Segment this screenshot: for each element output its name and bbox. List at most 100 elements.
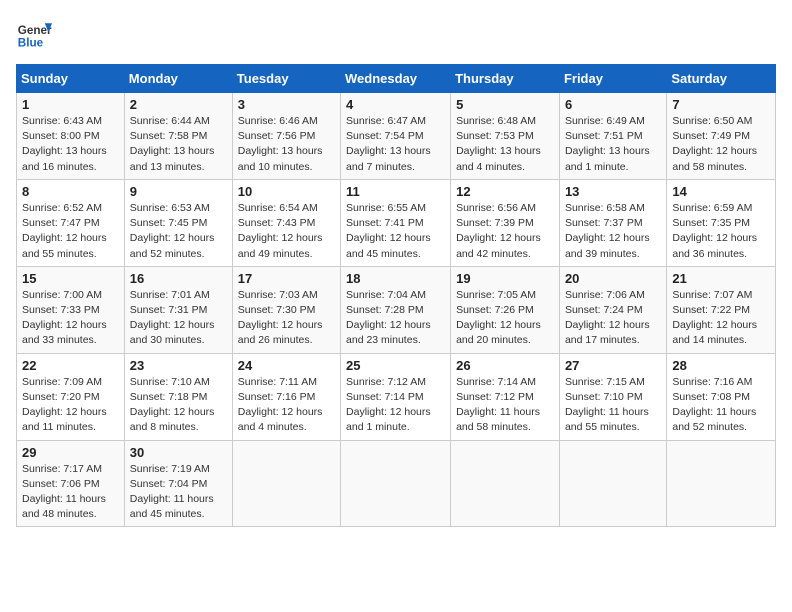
calendar-cell — [341, 440, 451, 527]
day-number: 1 — [22, 97, 119, 112]
day-detail: Sunrise: 6:43 AM Sunset: 8:00 PM Dayligh… — [22, 114, 119, 175]
calendar-cell: 26 Sunrise: 7:14 AM Sunset: 7:12 PM Dayli… — [451, 353, 560, 440]
week-row-4: 29 Sunrise: 7:17 AM Sunset: 7:06 PM Dayli… — [17, 440, 776, 527]
calendar-cell: 2 Sunrise: 6:44 AM Sunset: 7:58 PM Daylig… — [124, 93, 232, 180]
day-detail: Sunrise: 7:03 AM Sunset: 7:30 PM Dayligh… — [238, 288, 335, 349]
col-header-saturday: Saturday — [667, 65, 776, 93]
day-detail: Sunrise: 7:07 AM Sunset: 7:22 PM Dayligh… — [672, 288, 770, 349]
logo-icon: General Blue — [16, 16, 52, 52]
day-number: 5 — [456, 97, 554, 112]
calendar-cell — [451, 440, 560, 527]
col-header-friday: Friday — [559, 65, 666, 93]
calendar-cell: 13 Sunrise: 6:58 AM Sunset: 7:37 PM Dayli… — [559, 179, 666, 266]
calendar-cell: 22 Sunrise: 7:09 AM Sunset: 7:20 PM Dayli… — [17, 353, 125, 440]
col-header-thursday: Thursday — [451, 65, 560, 93]
day-number: 3 — [238, 97, 335, 112]
day-number: 7 — [672, 97, 770, 112]
day-number: 6 — [565, 97, 661, 112]
calendar-cell: 14 Sunrise: 6:59 AM Sunset: 7:35 PM Dayli… — [667, 179, 776, 266]
day-detail: Sunrise: 7:11 AM Sunset: 7:16 PM Dayligh… — [238, 375, 335, 436]
day-detail: Sunrise: 6:59 AM Sunset: 7:35 PM Dayligh… — [672, 201, 770, 262]
calendar-cell: 9 Sunrise: 6:53 AM Sunset: 7:45 PM Daylig… — [124, 179, 232, 266]
calendar-cell: 10 Sunrise: 6:54 AM Sunset: 7:43 PM Dayli… — [232, 179, 340, 266]
logo: General Blue — [16, 16, 52, 52]
calendar-cell — [232, 440, 340, 527]
day-detail: Sunrise: 6:44 AM Sunset: 7:58 PM Dayligh… — [130, 114, 227, 175]
day-detail: Sunrise: 7:04 AM Sunset: 7:28 PM Dayligh… — [346, 288, 445, 349]
day-number: 23 — [130, 358, 227, 373]
col-header-wednesday: Wednesday — [341, 65, 451, 93]
calendar-cell: 4 Sunrise: 6:47 AM Sunset: 7:54 PM Daylig… — [341, 93, 451, 180]
day-detail: Sunrise: 7:06 AM Sunset: 7:24 PM Dayligh… — [565, 288, 661, 349]
calendar-cell: 6 Sunrise: 6:49 AM Sunset: 7:51 PM Daylig… — [559, 93, 666, 180]
day-number: 21 — [672, 271, 770, 286]
day-number: 13 — [565, 184, 661, 199]
day-detail: Sunrise: 7:12 AM Sunset: 7:14 PM Dayligh… — [346, 375, 445, 436]
calendar-cell: 12Sunrise: 6:56 AM Sunset: 7:39 PM Dayli… — [451, 179, 560, 266]
calendar-cell: 20Sunrise: 7:06 AM Sunset: 7:24 PM Dayli… — [559, 266, 666, 353]
col-header-sunday: Sunday — [17, 65, 125, 93]
day-number: 8 — [22, 184, 119, 199]
col-header-monday: Monday — [124, 65, 232, 93]
day-number: 17 — [238, 271, 335, 286]
calendar-cell: 1 Sunrise: 6:43 AM Sunset: 8:00 PM Daylig… — [17, 93, 125, 180]
calendar-cell: 17 Sunrise: 7:03 AM Sunset: 7:30 PM Dayli… — [232, 266, 340, 353]
calendar-cell: 7 Sunrise: 6:50 AM Sunset: 7:49 PM Daylig… — [667, 93, 776, 180]
calendar-cell: 29 Sunrise: 7:17 AM Sunset: 7:06 PM Dayli… — [17, 440, 125, 527]
day-detail: Sunrise: 6:50 AM Sunset: 7:49 PM Dayligh… — [672, 114, 770, 175]
calendar-cell — [667, 440, 776, 527]
day-number: 26 — [456, 358, 554, 373]
day-number: 15 — [22, 271, 119, 286]
day-number: 10 — [238, 184, 335, 199]
calendar-cell: 23 Sunrise: 7:10 AM Sunset: 7:18 PM Dayli… — [124, 353, 232, 440]
day-number: 12 — [456, 184, 554, 199]
calendar-cell: 28Sunrise: 7:16 AM Sunset: 7:08 PM Dayli… — [667, 353, 776, 440]
day-number: 2 — [130, 97, 227, 112]
day-detail: Sunrise: 7:14 AM Sunset: 7:12 PM Dayligh… — [456, 375, 554, 436]
svg-text:Blue: Blue — [18, 37, 44, 50]
calendar-cell: 5 Sunrise: 6:48 AM Sunset: 7:53 PM Daylig… — [451, 93, 560, 180]
day-detail: Sunrise: 6:58 AM Sunset: 7:37 PM Dayligh… — [565, 201, 661, 262]
calendar-cell: 8Sunrise: 6:52 AM Sunset: 7:47 PM Daylig… — [17, 179, 125, 266]
day-detail: Sunrise: 6:47 AM Sunset: 7:54 PM Dayligh… — [346, 114, 445, 175]
calendar-cell: 24 Sunrise: 7:11 AM Sunset: 7:16 PM Dayli… — [232, 353, 340, 440]
day-number: 22 — [22, 358, 119, 373]
day-detail: Sunrise: 6:53 AM Sunset: 7:45 PM Dayligh… — [130, 201, 227, 262]
week-row-0: 1 Sunrise: 6:43 AM Sunset: 8:00 PM Daylig… — [17, 93, 776, 180]
calendar-cell: 16 Sunrise: 7:01 AM Sunset: 7:31 PM Dayli… — [124, 266, 232, 353]
calendar-cell: 11 Sunrise: 6:55 AM Sunset: 7:41 PM Dayli… — [341, 179, 451, 266]
week-row-2: 15 Sunrise: 7:00 AM Sunset: 7:33 PM Dayli… — [17, 266, 776, 353]
day-number: 16 — [130, 271, 227, 286]
page-header: General Blue — [16, 16, 776, 52]
day-detail: Sunrise: 7:09 AM Sunset: 7:20 PM Dayligh… — [22, 375, 119, 436]
col-header-tuesday: Tuesday — [232, 65, 340, 93]
day-detail: Sunrise: 6:46 AM Sunset: 7:56 PM Dayligh… — [238, 114, 335, 175]
day-detail: Sunrise: 7:17 AM Sunset: 7:06 PM Dayligh… — [22, 462, 119, 523]
day-number: 14 — [672, 184, 770, 199]
day-number: 19 — [456, 271, 554, 286]
day-number: 27 — [565, 358, 661, 373]
calendar-cell — [559, 440, 666, 527]
day-number: 11 — [346, 184, 445, 199]
day-detail: Sunrise: 7:00 AM Sunset: 7:33 PM Dayligh… — [22, 288, 119, 349]
calendar-cell: 25Sunrise: 7:12 AM Sunset: 7:14 PM Dayli… — [341, 353, 451, 440]
calendar-cell: 15 Sunrise: 7:00 AM Sunset: 7:33 PM Dayli… — [17, 266, 125, 353]
day-detail: Sunrise: 7:15 AM Sunset: 7:10 PM Dayligh… — [565, 375, 661, 436]
day-detail: Sunrise: 6:54 AM Sunset: 7:43 PM Dayligh… — [238, 201, 335, 262]
day-detail: Sunrise: 7:01 AM Sunset: 7:31 PM Dayligh… — [130, 288, 227, 349]
day-number: 30 — [130, 445, 227, 460]
day-detail: Sunrise: 7:19 AM Sunset: 7:04 PM Dayligh… — [130, 462, 227, 523]
day-detail: Sunrise: 6:49 AM Sunset: 7:51 PM Dayligh… — [565, 114, 661, 175]
day-number: 4 — [346, 97, 445, 112]
day-number: 29 — [22, 445, 119, 460]
calendar-table: SundayMondayTuesdayWednesdayThursdayFrid… — [16, 64, 776, 527]
day-detail: Sunrise: 7:10 AM Sunset: 7:18 PM Dayligh… — [130, 375, 227, 436]
day-number: 24 — [238, 358, 335, 373]
day-number: 28 — [672, 358, 770, 373]
day-detail: Sunrise: 7:05 AM Sunset: 7:26 PM Dayligh… — [456, 288, 554, 349]
day-detail: Sunrise: 6:55 AM Sunset: 7:41 PM Dayligh… — [346, 201, 445, 262]
calendar-cell: 3 Sunrise: 6:46 AM Sunset: 7:56 PM Daylig… — [232, 93, 340, 180]
day-number: 9 — [130, 184, 227, 199]
day-detail: Sunrise: 6:48 AM Sunset: 7:53 PM Dayligh… — [456, 114, 554, 175]
week-row-3: 22 Sunrise: 7:09 AM Sunset: 7:20 PM Dayli… — [17, 353, 776, 440]
